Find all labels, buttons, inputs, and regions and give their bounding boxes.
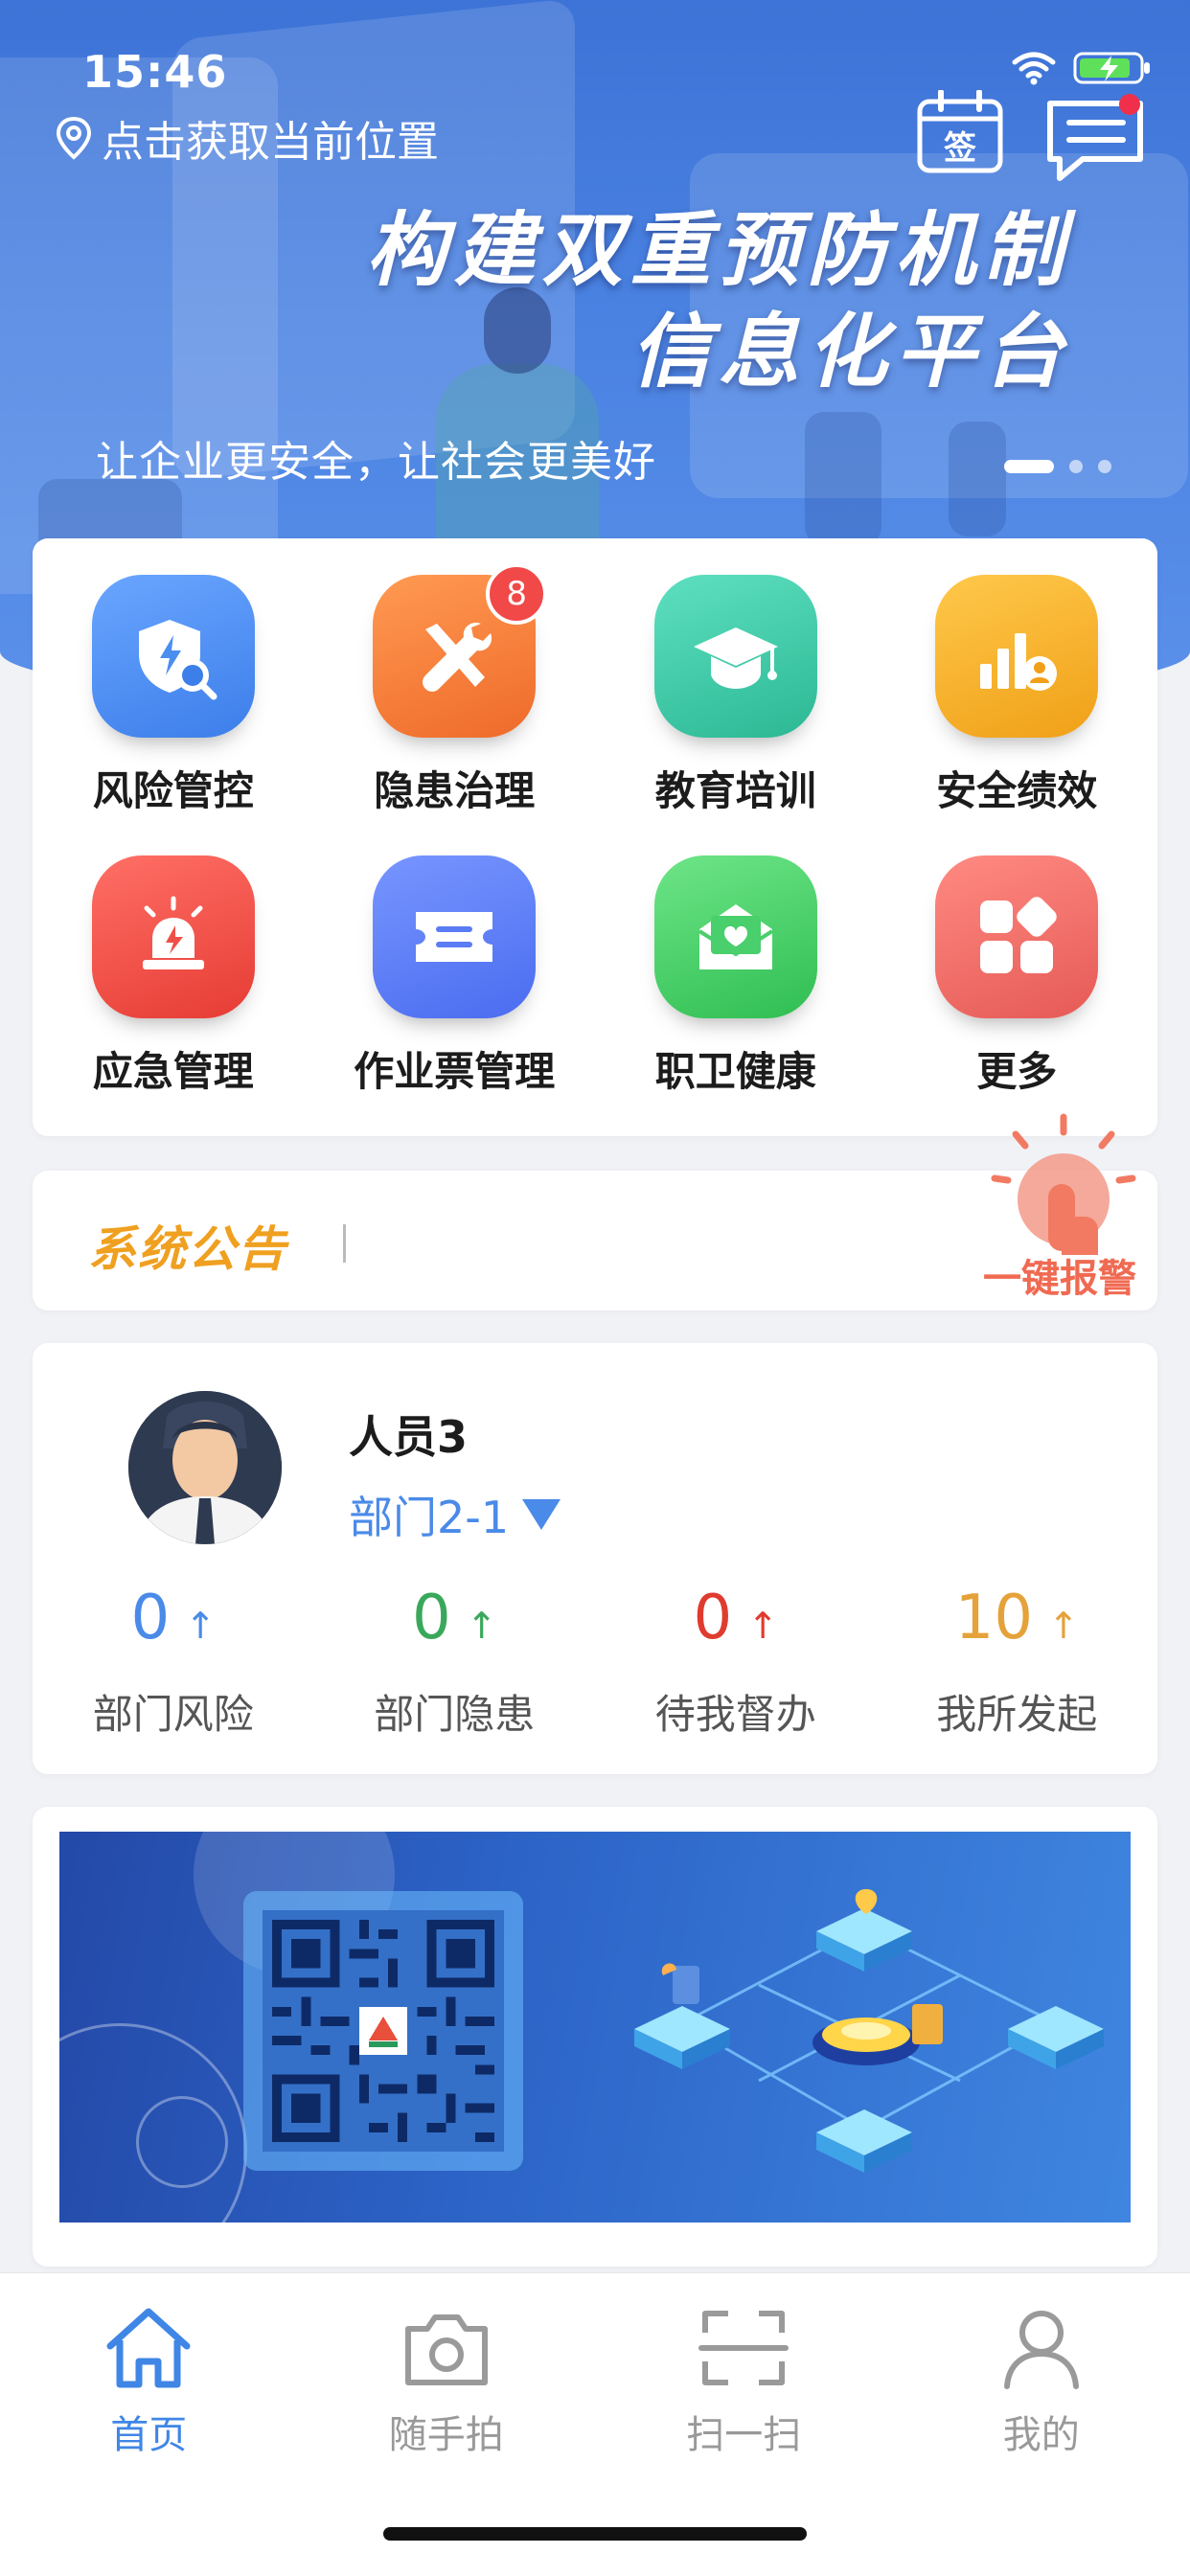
menu-label: 安全绩效 (936, 759, 1097, 817)
ticket-icon (373, 855, 536, 1018)
stat-initiated-by-me[interactable]: 10 ↑ 我所发起 (877, 1583, 1158, 1741)
menu-label: 职卫健康 (655, 1039, 816, 1098)
stat-pending-supervision[interactable]: 0 ↑ 待我督办 (595, 1583, 877, 1741)
tab-label: 首页 (110, 2404, 187, 2459)
stat-department-risk[interactable]: 0 ↑ 部门风险 (33, 1583, 314, 1741)
stat-label: 部门风险 (93, 1682, 254, 1741)
stat-label: 我所发起 (936, 1682, 1097, 1741)
wifi-icon (1012, 51, 1056, 85)
hazard-badge: 8 (486, 563, 547, 625)
menu-item-more[interactable]: 更多 (877, 855, 1158, 1098)
unread-dot (1119, 94, 1140, 115)
stat-value: 0 (693, 1583, 732, 1653)
function-menu-card: 风险管控 8 隐患治理 教育培训 (33, 538, 1157, 1136)
chart-badge-icon (935, 575, 1098, 738)
scan-icon (696, 2304, 791, 2390)
heart-mail-icon (654, 855, 817, 1018)
user-name: 人员3 (349, 1402, 468, 1466)
status-icons (1012, 50, 1152, 86)
sign-in-calendar-icon[interactable]: 签 (916, 90, 1004, 174)
menu-label: 作业票管理 (354, 1039, 555, 1098)
menu-label: 风险管控 (93, 759, 254, 817)
avatar[interactable] (128, 1391, 282, 1544)
alarm-light-icon (92, 855, 255, 1018)
shield-search-icon (92, 575, 255, 738)
sign-icon-text: 签 (944, 129, 976, 168)
qr-promo-banner[interactable] (59, 1832, 1131, 2223)
home-indicator (383, 2527, 807, 2541)
menu-item-work-ticket[interactable]: 作业票管理 (314, 855, 596, 1098)
stats-row: 0 ↑ 部门风险 0 ↑ 部门隐患 0 ↑ 待我督办 10 ↑ 我所发起 (33, 1583, 1157, 1741)
tab-label: 扫一扫 (686, 2404, 801, 2459)
tab-snapshot[interactable]: 随手拍 (298, 2304, 596, 2459)
location-button[interactable]: 点击获取当前位置 (54, 107, 439, 169)
emergency-alarm-label[interactable]: 一键报警 (983, 1247, 1136, 1303)
arrow-up-icon: ↑ (467, 1605, 497, 1647)
carousel-indicator (1004, 460, 1111, 473)
menu-item-hazard-governance[interactable]: 8 隐患治理 (314, 575, 596, 817)
apps-icon (935, 855, 1098, 1018)
arrow-up-icon: ↑ (185, 1605, 216, 1647)
menu-label: 应急管理 (93, 1039, 254, 1098)
tab-label: 我的 (1003, 2404, 1080, 2459)
department-selector[interactable]: 部门2-1 (349, 1483, 561, 1546)
menu-item-occupational-health[interactable]: 职卫健康 (595, 855, 877, 1098)
notice-title: 系统公告 (88, 1211, 287, 1280)
tab-home[interactable]: 首页 (0, 2304, 298, 2459)
banner-slogan-line2: 信息化平台 (630, 287, 1071, 403)
tab-label: 随手拍 (389, 2404, 504, 2459)
banner-slogan-line1: 构建双重预防机制 (366, 186, 1071, 302)
menu-item-emergency-management[interactable]: 应急管理 (33, 855, 314, 1098)
qr-code (243, 1891, 523, 2171)
menu-item-education-training[interactable]: 教育培训 (595, 575, 877, 817)
carousel-dot-active (1004, 460, 1054, 473)
department-name: 部门2-1 (349, 1483, 509, 1546)
tab-mine[interactable]: 我的 (893, 2304, 1190, 2459)
menu-label: 更多 (976, 1039, 1057, 1098)
stat-label: 待我督办 (655, 1682, 816, 1741)
menu-item-safety-performance[interactable]: 安全绩效 (877, 575, 1158, 817)
notice-divider (343, 1224, 346, 1263)
banner-tagline: 让企业更安全，让社会更美好 (96, 427, 656, 489)
stat-label: 部门隐患 (374, 1682, 535, 1741)
graduation-cap-icon (654, 575, 817, 738)
tools-icon: 8 (373, 575, 536, 738)
stat-value: 0 (130, 1583, 170, 1653)
status-time: 15:46 (82, 46, 227, 98)
stat-value: 0 (412, 1583, 451, 1653)
carousel-dot (1098, 460, 1111, 473)
menu-label: 教育培训 (655, 759, 816, 817)
user-icon (994, 2304, 1089, 2390)
menu-label: 隐患治理 (374, 759, 535, 817)
arrow-up-icon: ↑ (1048, 1605, 1079, 1647)
stat-department-hazard[interactable]: 0 ↑ 部门隐患 (314, 1583, 596, 1741)
location-text: 点击获取当前位置 (102, 107, 439, 169)
location-pin-icon (54, 115, 94, 161)
tab-scan[interactable]: 扫一扫 (595, 2304, 893, 2459)
network-illustration-icon (615, 1851, 1113, 2205)
arrow-up-icon: ↑ (747, 1605, 778, 1647)
menu-item-risk-control[interactable]: 风险管控 (33, 575, 314, 817)
user-profile-card: 人员3 部门2-1 0 ↑ 部门风险 0 ↑ 部门隐患 0 ↑ 待我督办 (33, 1343, 1157, 1774)
function-menu-grid: 风险管控 8 隐患治理 教育培训 (33, 575, 1157, 1098)
stat-value: 10 (955, 1583, 1033, 1653)
battery-icon (1073, 50, 1152, 86)
home-icon (101, 2304, 196, 2390)
carousel-dot (1069, 460, 1083, 473)
camera-icon (399, 2304, 494, 2390)
dropdown-triangle-icon (522, 1499, 561, 1530)
promo-card (33, 1807, 1157, 2267)
